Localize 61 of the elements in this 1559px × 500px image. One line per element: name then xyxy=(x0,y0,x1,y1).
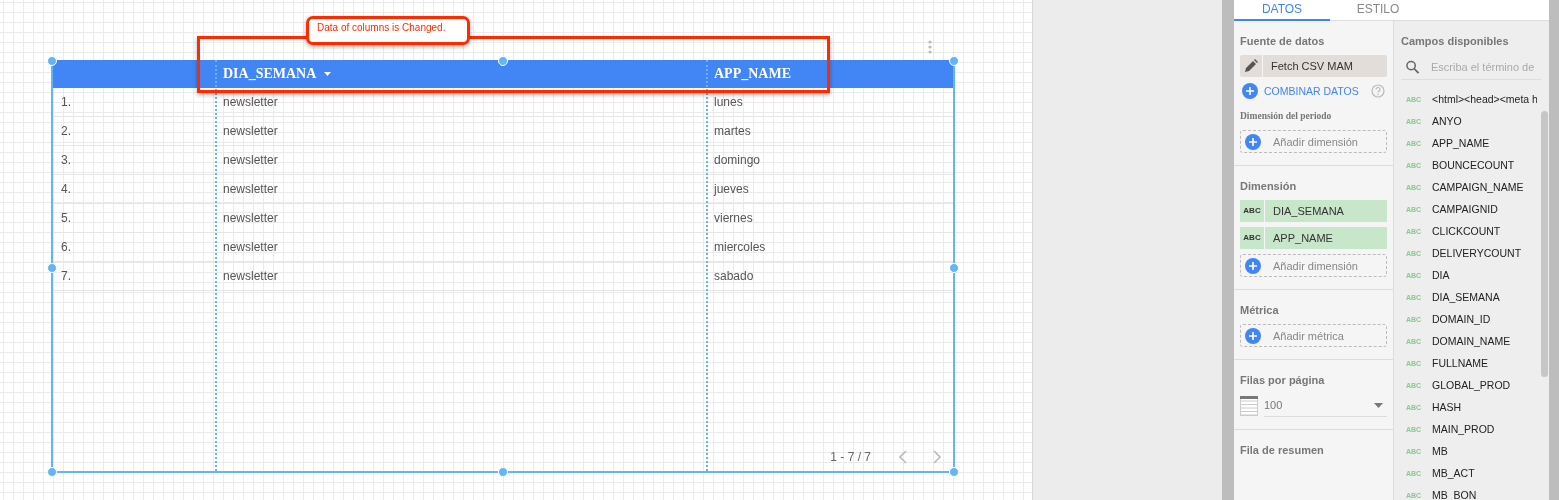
section-heading: Filas por página xyxy=(1240,374,1326,386)
table-cell: jueves xyxy=(714,182,749,196)
pencil-icon xyxy=(1244,59,1258,73)
dimension-chip[interactable]: ABC DIA_SEMANA xyxy=(1240,200,1387,222)
row-number: 7. xyxy=(61,269,71,283)
dropdown-arrow-icon xyxy=(1374,402,1383,408)
row-number: 4. xyxy=(61,182,71,196)
field-type-badge: ABC xyxy=(1240,227,1265,249)
table-cell: newsletter xyxy=(223,211,278,225)
table-cell: newsletter xyxy=(223,95,278,109)
scrollbar[interactable] xyxy=(1541,111,1548,377)
resize-handle[interactable] xyxy=(949,263,959,273)
pagination-text: 1 - 7 / 7 xyxy=(830,450,871,464)
field-type-badge: ABC xyxy=(1240,200,1265,222)
plus-icon xyxy=(1245,327,1261,344)
resize-handle[interactable] xyxy=(47,263,57,273)
resize-handle[interactable] xyxy=(498,467,508,477)
column-header[interactable]: DIA_SEMANA xyxy=(223,66,317,82)
section-heading: Métrica xyxy=(1240,304,1280,316)
row-number: 1. xyxy=(61,95,71,109)
table-cell: newsletter xyxy=(223,124,278,138)
data-source-chip[interactable]: Fetch CSV MAM xyxy=(1240,55,1387,77)
row-number: 6. xyxy=(61,240,71,254)
resize-handle[interactable] xyxy=(949,467,959,477)
annotation-callout: Data of columns is Changed. xyxy=(306,16,470,45)
more-icon xyxy=(928,40,932,54)
table-cell: lunes xyxy=(714,95,743,109)
rows-dropdown[interactable]: 100 xyxy=(1264,394,1387,417)
table-cell: sabado xyxy=(714,269,754,283)
search-icon xyxy=(1406,60,1419,74)
section-heading: Fila de resumen xyxy=(1240,444,1325,456)
help-icon xyxy=(1371,84,1385,98)
table-cell: domingo xyxy=(714,153,761,167)
table-cell: newsletter xyxy=(223,240,278,254)
table-icon xyxy=(1240,395,1258,416)
chevron-left-icon[interactable] xyxy=(899,450,907,464)
table-cell: newsletter xyxy=(223,269,278,283)
table-cell: newsletter xyxy=(223,153,278,167)
dimension-chip[interactable]: ABC APP_NAME xyxy=(1240,227,1387,249)
table-cell: miercoles xyxy=(714,240,766,254)
resize-handle[interactable] xyxy=(47,56,57,66)
plus-icon xyxy=(1245,257,1261,274)
search-field[interactable]: Escriba el término de xyxy=(1431,61,1541,73)
section-heading: Fuente de datos xyxy=(1240,35,1326,47)
resize-handle[interactable] xyxy=(47,467,57,477)
row-number: 3. xyxy=(61,153,71,167)
resize-handle[interactable] xyxy=(498,56,508,66)
table-cell: martes xyxy=(714,124,751,138)
section-heading: Dimensión xyxy=(1240,180,1298,192)
section-heading: Dimensión del periodo xyxy=(1240,111,1333,121)
column-header[interactable]: APP_NAME xyxy=(714,66,791,82)
table-cell: newsletter xyxy=(223,182,278,196)
row-number: 5. xyxy=(61,211,71,225)
resize-handle[interactable] xyxy=(949,56,959,66)
table-cell: viernes xyxy=(714,211,753,225)
panel-tab[interactable]: ESTILO xyxy=(1330,0,1426,20)
plus-icon xyxy=(1242,83,1258,99)
section-heading: Campos disponibles xyxy=(1401,35,1510,47)
chevron-right-icon[interactable] xyxy=(933,450,941,464)
row-number: 2. xyxy=(61,124,71,138)
plus-icon xyxy=(1245,133,1261,150)
